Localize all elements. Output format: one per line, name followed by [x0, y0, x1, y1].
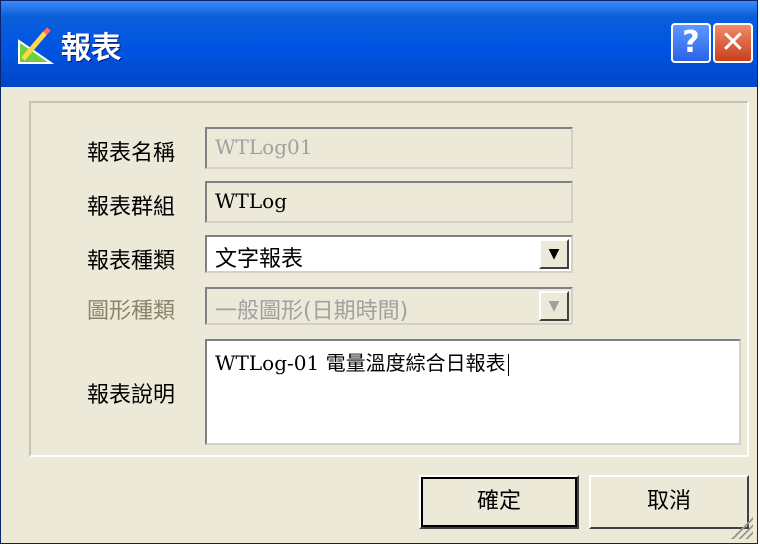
report-description-label: 報表說明: [87, 383, 176, 408]
chevron-down-icon[interactable]: ▼: [539, 239, 569, 269]
graph-type-value: 一般圖形(日期時間): [215, 299, 409, 324]
report-type-label: 報表種類: [87, 249, 176, 274]
report-group-label: 報表群組: [87, 195, 176, 220]
title-bar[interactable]: 報表 ? ✕: [1, 1, 757, 87]
report-description-text: WTLog-01 電量溫度綜合日報表: [215, 351, 506, 375]
report-name-label: 報表名稱: [87, 141, 176, 166]
report-type-value: 文字報表: [215, 247, 304, 272]
close-icon: ✕: [720, 25, 746, 60]
report-type-select[interactable]: 文字報表 ▼: [205, 235, 573, 273]
report-name-field[interactable]: WTLog01: [205, 127, 573, 169]
resize-grip-icon[interactable]: [731, 517, 753, 539]
window-title: 報表: [61, 31, 121, 66]
cancel-button[interactable]: 取消: [589, 475, 749, 529]
ok-button[interactable]: 確定: [419, 475, 579, 529]
report-dialog: 報表 ? ✕ 報表名稱 WTLog01 報表群組 WTLog 報表種類 文字報表…: [0, 0, 758, 544]
dialog-body: 報表名稱 WTLog01 報表群組 WTLog 報表種類 文字報表 ▼ 圖形種類…: [1, 87, 757, 543]
report-description-textarea[interactable]: WTLog-01 電量溫度綜合日報表: [205, 339, 741, 445]
report-group-field[interactable]: WTLog: [205, 181, 573, 223]
close-button[interactable]: ✕: [713, 23, 753, 63]
graph-type-select[interactable]: 一般圖形(日期時間) ▼: [205, 287, 573, 325]
graph-type-label: 圖形種類: [87, 299, 176, 324]
text-caret: [507, 353, 509, 376]
question-mark-icon: ?: [682, 25, 700, 60]
chevron-down-icon[interactable]: ▼: [539, 291, 569, 321]
help-button[interactable]: ?: [671, 23, 711, 63]
pencil-ruler-icon: [18, 27, 55, 64]
